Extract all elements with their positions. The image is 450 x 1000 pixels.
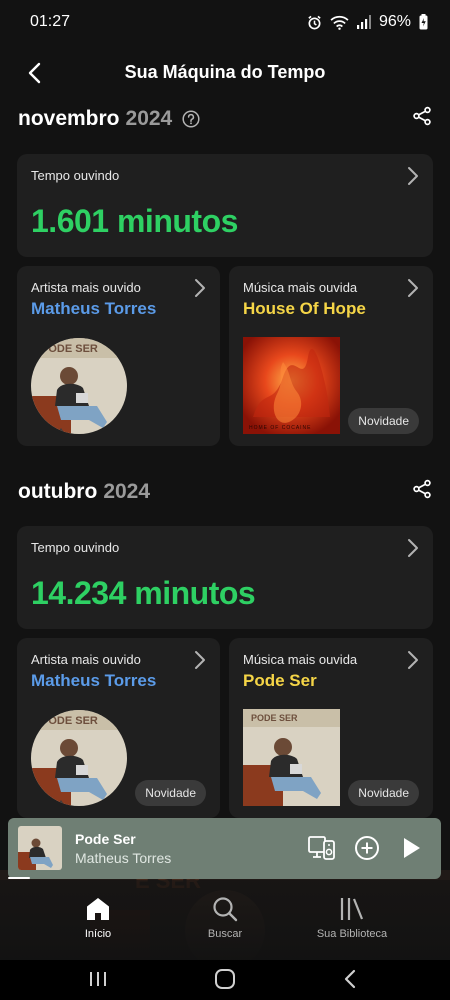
chevron-right-icon — [194, 650, 206, 675]
play-icon — [404, 838, 420, 858]
section-year: 2024 — [103, 480, 151, 503]
share-icon — [413, 479, 431, 499]
nav-search-label: Buscar — [207, 928, 243, 940]
top-bar: Sua Máquina do Tempo — [0, 44, 450, 100]
mini-player[interactable]: Pode Ser Matheus Torres — [8, 818, 441, 879]
share-button[interactable] — [412, 106, 432, 126]
home-circle-icon — [215, 969, 235, 989]
devices-icon — [308, 836, 335, 860]
mini-player-title: Pode Ser — [75, 831, 136, 847]
mini-player-artwork — [18, 826, 62, 870]
listening-time-card[interactable]: Tempo ouvindo 14.234 minutos — [17, 526, 433, 629]
playback-progress — [8, 877, 30, 879]
plus-circle-icon — [355, 836, 379, 860]
nav-library-label: Sua Biblioteca — [316, 928, 388, 940]
top-artist-name: Matheus Torres — [31, 299, 157, 318]
mini-player-artist: Matheus Torres — [75, 850, 172, 866]
recent-apps-button[interactable] — [78, 964, 118, 994]
section-month: novembro — [18, 107, 120, 130]
top-song-card[interactable]: Música mais ouvida Pode Ser PODE SER Nov… — [229, 638, 433, 818]
chevron-right-icon — [407, 650, 419, 675]
nav-search[interactable]: Buscar — [165, 896, 285, 940]
recent-apps-icon — [90, 972, 106, 986]
section-header-october: outubro 2024 — [18, 475, 432, 509]
connect-device-button[interactable] — [307, 833, 337, 863]
chevron-right-icon — [407, 166, 419, 191]
svg-text:PODE SER: PODE SER — [251, 713, 298, 723]
top-song-card[interactable]: Música mais ouvida House Of Hope HOME OF… — [229, 266, 433, 446]
back-chevron-icon — [344, 969, 356, 989]
share-icon — [413, 106, 431, 126]
section-header-november: novembro 2024 — [18, 102, 432, 136]
signal-icon — [356, 15, 371, 29]
artist-avatar: PODE SER — [31, 710, 127, 806]
battery-level: 96% — [378, 13, 411, 30]
chevron-right-icon — [407, 278, 419, 303]
share-button[interactable] — [412, 479, 432, 499]
top-artist-label: Artista mais ouvido — [31, 652, 141, 667]
status-time: 01:27 — [30, 13, 71, 30]
play-button[interactable] — [396, 833, 426, 863]
status-icons: 96% — [307, 13, 428, 31]
section-month: outubro — [18, 480, 98, 503]
song-cover-art: HOME OF COCAINE — [243, 337, 340, 434]
help-icon[interactable] — [182, 110, 200, 128]
artist-avatar: PODE SER — [31, 338, 127, 434]
listening-time-card[interactable]: Tempo ouvindo 1.601 minutos — [17, 154, 433, 257]
song-cover-art: PODE SER — [243, 709, 340, 806]
listening-minutes: 14.234 minutos — [31, 575, 256, 611]
back-arrow-icon — [28, 62, 41, 84]
system-navigation-bar — [0, 960, 450, 1000]
svg-text:HOME OF COCAINE: HOME OF COCAINE — [249, 425, 312, 431]
top-song-label: Música mais ouvida — [243, 280, 358, 295]
page-title: Sua Máquina do Tempo — [124, 61, 326, 82]
home-icon — [87, 898, 109, 920]
listening-time-label: Tempo ouvindo — [31, 540, 120, 555]
nav-library[interactable]: Sua Biblioteca — [292, 896, 412, 940]
bottom-navigation: Início Buscar Sua Biblioteca — [0, 880, 450, 960]
wifi-icon — [330, 15, 349, 30]
new-release-badge: Novidade — [348, 780, 419, 806]
listening-time-label: Tempo ouvindo — [31, 168, 120, 183]
add-to-library-button[interactable] — [352, 833, 382, 863]
top-artist-card[interactable]: Artista mais ouvido Matheus Torres PODE … — [17, 266, 220, 446]
section-year: 2024 — [125, 107, 173, 130]
new-release-badge: Novidade — [135, 780, 206, 806]
top-artist-name: Matheus Torres — [31, 671, 157, 690]
svg-text:PODE SER: PODE SER — [41, 715, 98, 727]
library-icon — [340, 898, 364, 920]
home-system-button[interactable] — [205, 964, 245, 994]
svg-text:PODE SER: PODE SER — [41, 343, 98, 355]
new-release-badge: Novidade — [348, 408, 419, 434]
top-song-name: House Of Hope — [243, 299, 366, 318]
nav-home-label: Início — [84, 928, 112, 940]
listening-minutes: 1.601 minutos — [31, 203, 238, 239]
search-icon — [213, 897, 238, 922]
battery-icon — [419, 14, 428, 30]
status-bar: 01:27 96% — [0, 0, 450, 44]
top-artist-label: Artista mais ouvido — [31, 280, 141, 295]
nav-home[interactable]: Início — [38, 896, 158, 940]
top-song-name: Pode Ser — [243, 671, 317, 690]
top-song-label: Música mais ouvida — [243, 652, 358, 667]
top-artist-card[interactable]: Artista mais ouvido Matheus Torres PODE … — [17, 638, 220, 818]
chevron-right-icon — [194, 278, 206, 303]
back-system-button[interactable] — [330, 964, 370, 994]
chevron-right-icon — [407, 538, 419, 563]
alarm-icon — [307, 15, 322, 30]
back-button[interactable] — [18, 56, 52, 90]
